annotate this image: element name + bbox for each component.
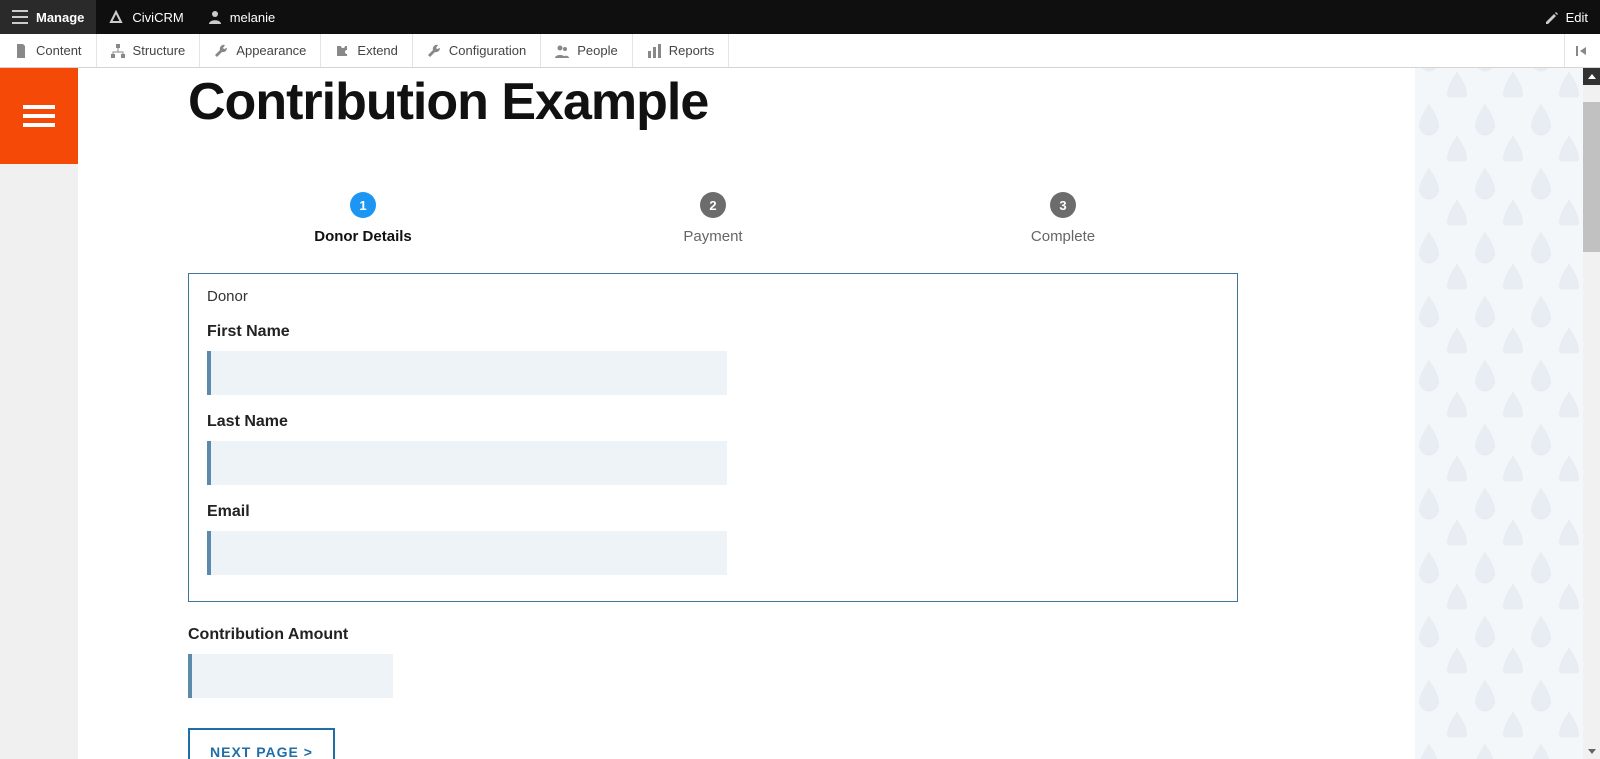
admin-collapse[interactable] bbox=[1564, 34, 1600, 67]
scroll-thumb[interactable] bbox=[1583, 102, 1600, 252]
last-name-input[interactable] bbox=[207, 441, 727, 485]
pencil-icon bbox=[1544, 10, 1558, 24]
decorative-pattern bbox=[1415, 68, 1583, 759]
field-label: Contribution Amount bbox=[188, 626, 1238, 644]
step-complete[interactable]: 3 Complete bbox=[888, 192, 1238, 245]
step-number: 2 bbox=[700, 192, 726, 218]
hamburger-icon bbox=[23, 100, 55, 132]
chevron-down-icon bbox=[1587, 746, 1597, 756]
collapse-icon bbox=[1576, 44, 1590, 58]
chevron-up-icon bbox=[1587, 72, 1597, 82]
admin-item-label: Configuration bbox=[449, 43, 526, 58]
donor-fieldset: Donor First Name Last Name Email bbox=[188, 273, 1238, 602]
admin-item-label: People bbox=[577, 43, 617, 58]
scroll-up-button[interactable] bbox=[1583, 68, 1600, 85]
admin-menu: Content Structure Appearance Extend Conf… bbox=[0, 34, 1600, 68]
step-label: Donor Details bbox=[188, 228, 538, 245]
admin-item-label: Reports bbox=[669, 43, 715, 58]
wrench-icon bbox=[214, 44, 228, 58]
field-last-name: Last Name bbox=[207, 413, 1219, 485]
drupal-toolbar: Manage CiviCRM melanie Edit bbox=[0, 0, 1600, 34]
main-content: Contribution Example 1 Donor Details 2 P… bbox=[78, 68, 1415, 759]
toolbar-civicrm[interactable]: CiviCRM bbox=[96, 0, 195, 34]
left-rail bbox=[0, 68, 78, 759]
chart-icon bbox=[647, 44, 661, 58]
field-label: Last Name bbox=[207, 413, 1219, 431]
wizard-stepper: 1 Donor Details 2 Payment 3 Complete bbox=[188, 192, 1238, 245]
admin-item-label: Structure bbox=[133, 43, 186, 58]
gear-wrench-icon bbox=[427, 44, 441, 58]
admin-item-label: Appearance bbox=[236, 43, 306, 58]
scrollbar[interactable] bbox=[1583, 68, 1600, 759]
admin-item-label: Extend bbox=[357, 43, 397, 58]
field-label: First Name bbox=[207, 323, 1219, 341]
toolbar-edit-label: Edit bbox=[1566, 10, 1588, 25]
field-email: Email bbox=[207, 503, 1219, 575]
admin-configuration[interactable]: Configuration bbox=[413, 34, 541, 67]
people-icon bbox=[555, 44, 569, 58]
toolbar-user-label: melanie bbox=[230, 10, 276, 25]
hamburger-icon bbox=[12, 10, 28, 24]
admin-appearance[interactable]: Appearance bbox=[200, 34, 321, 67]
step-number: 3 bbox=[1050, 192, 1076, 218]
field-contribution-amount: Contribution Amount bbox=[188, 626, 1238, 698]
field-first-name: First Name bbox=[207, 323, 1219, 395]
admin-reports[interactable]: Reports bbox=[633, 34, 730, 67]
toolbar-manage-label: Manage bbox=[36, 10, 84, 25]
toolbar-civicrm-label: CiviCRM bbox=[132, 10, 183, 25]
structure-icon bbox=[111, 44, 125, 58]
email-input[interactable] bbox=[207, 531, 727, 575]
step-label: Payment bbox=[538, 228, 888, 245]
admin-structure[interactable]: Structure bbox=[97, 34, 201, 67]
fieldset-legend: Donor bbox=[207, 288, 1219, 305]
user-icon bbox=[208, 10, 222, 24]
toolbar-user[interactable]: melanie bbox=[196, 0, 288, 34]
step-label: Complete bbox=[888, 228, 1238, 245]
amount-input[interactable] bbox=[188, 654, 393, 698]
admin-item-label: Content bbox=[36, 43, 82, 58]
step-number: 1 bbox=[350, 192, 376, 218]
toolbar-manage[interactable]: Manage bbox=[0, 0, 96, 34]
admin-people[interactable]: People bbox=[541, 34, 632, 67]
page-title: Contribution Example bbox=[188, 72, 1415, 132]
field-label: Email bbox=[207, 503, 1219, 521]
admin-extend[interactable]: Extend bbox=[321, 34, 412, 67]
civicrm-icon bbox=[108, 9, 124, 25]
step-payment[interactable]: 2 Payment bbox=[538, 192, 888, 245]
doc-icon bbox=[14, 44, 28, 58]
first-name-input[interactable] bbox=[207, 351, 727, 395]
admin-content[interactable]: Content bbox=[0, 34, 97, 67]
step-donor-details[interactable]: 1 Donor Details bbox=[188, 192, 538, 245]
next-page-button[interactable]: NEXT PAGE > bbox=[188, 728, 335, 759]
scroll-down-button[interactable] bbox=[1583, 742, 1600, 759]
toolbar-edit[interactable]: Edit bbox=[1532, 0, 1600, 34]
puzzle-icon bbox=[335, 44, 349, 58]
sidebar-toggle[interactable] bbox=[0, 68, 78, 164]
